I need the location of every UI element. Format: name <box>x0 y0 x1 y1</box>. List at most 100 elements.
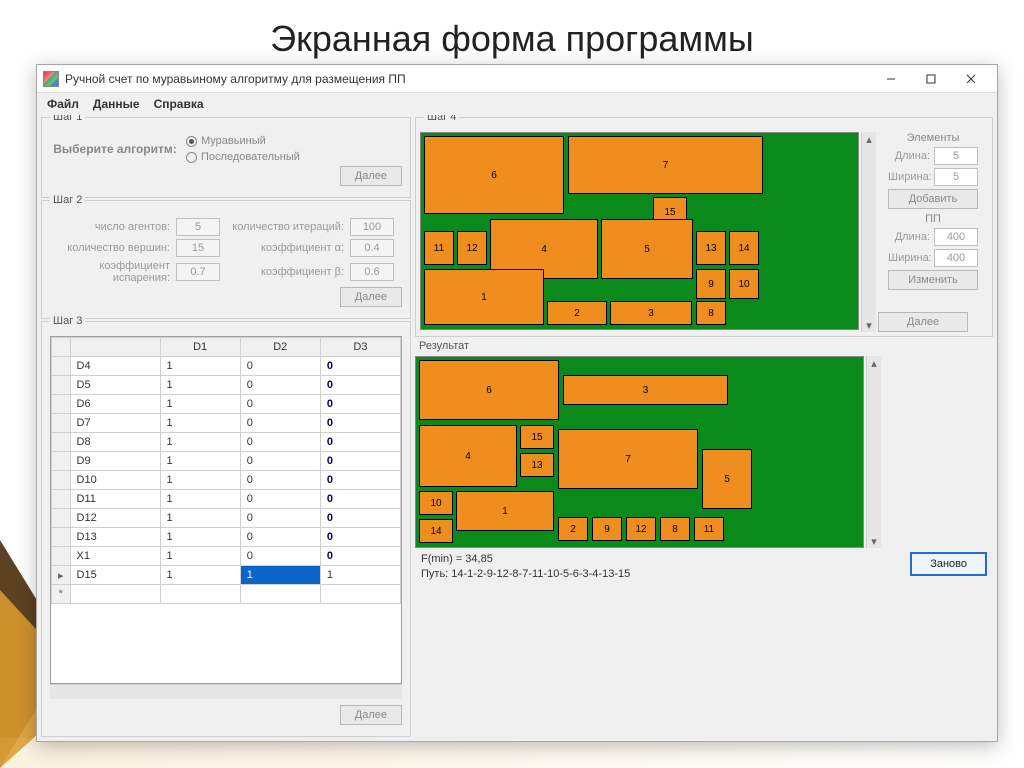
evap-input[interactable] <box>176 263 220 281</box>
el-len-input[interactable] <box>934 147 978 165</box>
grid-cell[interactable]: 0 <box>240 376 320 395</box>
grid-cell[interactable]: 0 <box>320 433 400 452</box>
grid-cell[interactable] <box>52 528 71 547</box>
scroll-up-icon[interactable]: ▴ <box>864 134 874 144</box>
grid-cell[interactable]: 0 <box>240 357 320 376</box>
grid-cell[interactable]: 0 <box>320 471 400 490</box>
table-row[interactable]: D10100 <box>52 471 401 490</box>
menu-help[interactable]: Справка <box>154 97 204 111</box>
grid-cell[interactable]: 1 <box>160 566 240 585</box>
grid-cell[interactable]: 0 <box>240 395 320 414</box>
add-button[interactable]: Добавить <box>888 189 978 209</box>
grid-cell[interactable]: * <box>52 585 71 604</box>
el-wid-input[interactable] <box>934 168 978 186</box>
beta-input[interactable] <box>350 263 394 281</box>
grid-cell[interactable]: 0 <box>320 547 400 566</box>
grid-cell[interactable] <box>52 490 71 509</box>
grid-cell[interactable] <box>52 414 71 433</box>
table-row[interactable]: D6100 <box>52 395 401 414</box>
grid-cell[interactable]: 1 <box>160 357 240 376</box>
table-row[interactable]: D7100 <box>52 414 401 433</box>
grid-cell[interactable]: 1 <box>160 452 240 471</box>
grid-cell[interactable]: 0 <box>240 471 320 490</box>
close-button[interactable] <box>951 67 991 91</box>
table-row[interactable]: D13100 <box>52 528 401 547</box>
menu-file[interactable]: Файл <box>47 97 79 111</box>
grid-cell[interactable] <box>52 395 71 414</box>
grid-cell[interactable]: D5 <box>70 376 160 395</box>
table-row[interactable]: ▸D15111 <box>52 566 401 585</box>
edit-button[interactable]: Изменить <box>888 270 978 290</box>
grid-cell[interactable]: D6 <box>70 395 160 414</box>
table-row[interactable]: D11100 <box>52 490 401 509</box>
grid-cell[interactable]: 0 <box>320 509 400 528</box>
grid-cell[interactable]: X1 <box>70 547 160 566</box>
agents-input[interactable] <box>176 218 220 236</box>
scroll-up-icon[interactable]: ▴ <box>869 358 879 368</box>
grid-cell[interactable] <box>320 585 400 604</box>
grid-cell[interactable]: ▸ <box>52 566 71 585</box>
scroll-down-icon[interactable]: ▾ <box>864 320 874 330</box>
grid-cell[interactable]: 0 <box>320 376 400 395</box>
radio-sequential[interactable]: Последовательный <box>186 151 300 163</box>
minimize-button[interactable] <box>871 67 911 91</box>
horizontal-scrollbar[interactable] <box>50 684 402 699</box>
table-row[interactable]: * <box>52 585 401 604</box>
grid-cell[interactable]: 0 <box>240 509 320 528</box>
grid-cell[interactable]: D9 <box>70 452 160 471</box>
grid-cell[interactable]: D12 <box>70 509 160 528</box>
restart-button[interactable]: Заново <box>910 552 987 576</box>
grid-cell[interactable]: 1 <box>160 471 240 490</box>
step2-next-button[interactable]: Далее <box>340 287 402 307</box>
grid-cell[interactable]: 1 <box>160 433 240 452</box>
table-row[interactable]: X1100 <box>52 547 401 566</box>
grid-cell[interactable]: D10 <box>70 471 160 490</box>
grid-cell[interactable]: D15 <box>70 566 160 585</box>
pp-len-input[interactable] <box>934 228 978 246</box>
table-row[interactable]: D8100 <box>52 433 401 452</box>
grid-cell[interactable]: 1 <box>160 395 240 414</box>
grid-cell[interactable] <box>52 357 71 376</box>
iters-input[interactable] <box>350 218 394 236</box>
scroll-down-icon[interactable]: ▾ <box>869 536 879 546</box>
grid-cell[interactable] <box>52 452 71 471</box>
table-row[interactable]: D9100 <box>52 452 401 471</box>
radio-ant[interactable]: Муравьиный <box>186 135 300 147</box>
result-scrollbar[interactable]: ▴ ▾ <box>866 356 881 548</box>
grid-cell[interactable]: 0 <box>320 490 400 509</box>
grid-cell[interactable]: 0 <box>240 547 320 566</box>
table-row[interactable]: D12100 <box>52 509 401 528</box>
grid-cell[interactable]: 0 <box>240 414 320 433</box>
grid-cell[interactable]: 1 <box>160 414 240 433</box>
grid-cell[interactable] <box>52 433 71 452</box>
grid-cell[interactable]: 0 <box>320 452 400 471</box>
grid-cell[interactable]: 0 <box>240 490 320 509</box>
grid-cell[interactable] <box>70 585 160 604</box>
grid-cell[interactable]: 1 <box>160 509 240 528</box>
grid-cell[interactable] <box>160 585 240 604</box>
step1-next-button[interactable]: Далее <box>340 166 402 186</box>
step4-scrollbar[interactable]: ▴ ▾ <box>861 132 876 332</box>
side-next-button[interactable]: Далее <box>878 312 968 332</box>
grid-cell[interactable] <box>240 585 320 604</box>
grid-cell[interactable] <box>52 471 71 490</box>
pp-wid-input[interactable] <box>934 249 978 267</box>
alpha-input[interactable] <box>350 239 394 257</box>
menu-data[interactable]: Данные <box>93 97 140 111</box>
grid-cell[interactable]: 0 <box>240 528 320 547</box>
table-row[interactable]: D5100 <box>52 376 401 395</box>
maximize-button[interactable] <box>911 67 951 91</box>
grid-cell[interactable]: 1 <box>320 566 400 585</box>
grid-cell[interactable]: 1 <box>160 547 240 566</box>
grid-cell[interactable]: 1 <box>160 528 240 547</box>
data-grid[interactable]: D1D2D3 D4100D5100D6100D7100D8100D9100D10… <box>50 336 402 684</box>
grid-cell[interactable]: 0 <box>320 414 400 433</box>
grid-cell[interactable] <box>52 376 71 395</box>
grid-cell[interactable]: D7 <box>70 414 160 433</box>
table-row[interactable]: D4100 <box>52 357 401 376</box>
grid-cell[interactable]: 1 <box>240 566 320 585</box>
grid-cell[interactable]: 0 <box>320 528 400 547</box>
grid-cell[interactable]: 0 <box>320 395 400 414</box>
grid-cell[interactable] <box>52 509 71 528</box>
grid-cell[interactable]: 0 <box>240 433 320 452</box>
